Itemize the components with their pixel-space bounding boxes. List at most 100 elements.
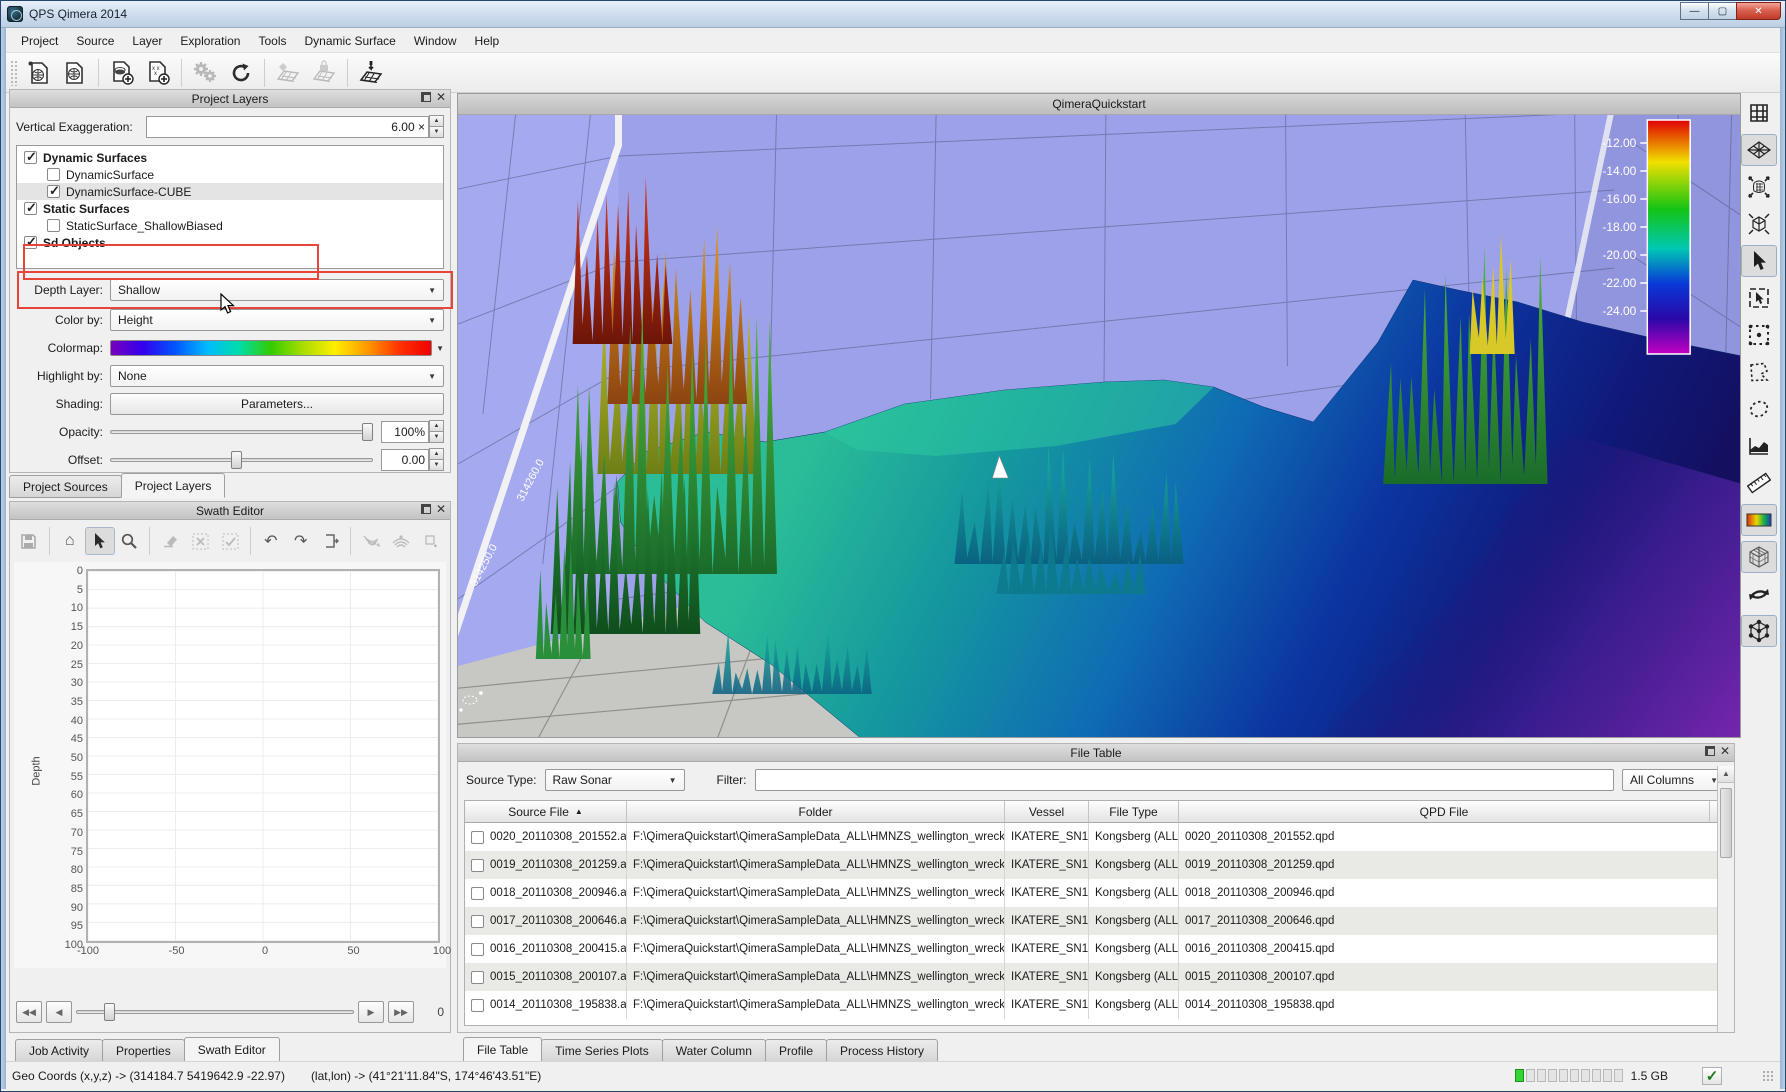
menu-tools[interactable]: Tools — [249, 31, 295, 51]
save-icon[interactable] — [14, 527, 44, 555]
highlight-by-dropdown[interactable]: None▼ — [110, 365, 444, 387]
shading-parameters-button[interactable]: Parameters... — [110, 393, 444, 415]
checkbox-static-surfaces[interactable] — [24, 202, 37, 215]
tab-water-column[interactable]: Water Column — [662, 1039, 766, 1062]
swath-beams-icon[interactable] — [386, 527, 416, 555]
cube-nodes-icon[interactable] — [1741, 615, 1777, 647]
zoom-extents-3d-icon[interactable] — [1741, 208, 1777, 240]
float-swath-icon[interactable] — [421, 504, 431, 514]
lasso-select-icon[interactable] — [1741, 393, 1777, 425]
table-row[interactable]: 0016_20110308_200415.all F:\QimeraQuicks… — [465, 935, 1727, 963]
vertical-exaggeration-input[interactable]: 6.00 × — [146, 116, 429, 138]
row-checkbox[interactable] — [471, 831, 484, 844]
menu-dynamic-surface[interactable]: Dynamic Surface — [295, 31, 404, 51]
open-project-icon[interactable] — [57, 56, 93, 90]
swath-plot[interactable]: 0510152025303540455055606570758085909510… — [86, 569, 440, 943]
depth-layer-dropdown[interactable]: Shallow▼ — [110, 279, 444, 301]
pointer-tool-icon[interactable] — [85, 527, 115, 555]
color-by-dropdown[interactable]: Height▼ — [110, 309, 444, 331]
layer-row-dynamicsurface[interactable]: DynamicSurface — [17, 166, 443, 183]
layer-row-dynamic-surfaces[interactable]: Dynamic Surfaces — [17, 149, 443, 166]
undo-icon[interactable]: ↶ — [256, 527, 286, 555]
close-swath-icon[interactable]: ✕ — [436, 504, 446, 514]
source-type-dropdown[interactable]: Raw Sonar▼ — [545, 769, 685, 791]
row-checkbox[interactable] — [471, 971, 484, 984]
flat-view-icon[interactable] — [1741, 134, 1777, 166]
ruler-icon[interactable] — [1741, 467, 1777, 499]
bathymetry-scene[interactable]: 314260.0 314250.0 -12.00 -14.00 -16.00 -… — [458, 94, 1741, 738]
row-checkbox[interactable] — [471, 943, 484, 956]
checkbox-dynamic-surfaces[interactable] — [24, 151, 37, 164]
checkbox-staticsurface-shallowbiased[interactable] — [47, 219, 60, 232]
menu-project[interactable]: Project — [12, 31, 67, 51]
last-ping-button[interactable]: ▶▶ — [388, 1001, 414, 1023]
grid-lock-icon[interactable] — [306, 56, 342, 90]
maximize-button[interactable]: ▢ — [1708, 2, 1737, 20]
tab-swath-editor[interactable]: Swath Editor — [184, 1037, 280, 1062]
table-row[interactable]: 0020_20110308_201552.all F:\QimeraQuicks… — [465, 823, 1727, 851]
prev-ping-button[interactable]: ◀ — [46, 1001, 72, 1023]
select-pointer-icon[interactable] — [1741, 245, 1777, 277]
checkbox-dynamicsurface-cube[interactable] — [47, 185, 60, 198]
opacity-spinner[interactable]: ▲▼ — [429, 421, 444, 443]
layer-row-static-surfaces[interactable]: Static Surfaces — [17, 200, 443, 217]
tab-job-activity[interactable]: Job Activity — [15, 1039, 103, 1062]
swath-menu-icon[interactable] — [416, 527, 446, 555]
table-row[interactable]: 0018_20110308_200946.all F:\QimeraQuicks… — [465, 879, 1727, 907]
colormap-preview[interactable] — [110, 340, 432, 356]
resize-grip[interactable] — [1762, 1070, 1774, 1082]
accept-selection-icon[interactable] — [215, 527, 245, 555]
checkbox-sd-objects[interactable] — [24, 236, 37, 249]
colorbar-toggle-icon[interactable] — [1741, 504, 1777, 536]
tab-process-history[interactable]: Process History — [826, 1039, 938, 1062]
tab-project-sources[interactable]: Project Sources — [9, 475, 122, 498]
col-source-file[interactable]: Source File▲ — [465, 801, 627, 823]
next-ping-button[interactable]: ▶ — [358, 1001, 384, 1023]
zoom-extents-surface-icon[interactable] — [1741, 171, 1777, 203]
point-select-icon[interactable] — [1741, 319, 1777, 351]
grid-star-icon[interactable] — [270, 56, 306, 90]
row-checkbox[interactable] — [471, 915, 484, 928]
menu-help[interactable]: Help — [466, 31, 509, 51]
tab-properties[interactable]: Properties — [102, 1039, 185, 1062]
layer-row-staticsurface-shallowbiased[interactable]: StaticSurface_ShallowBiased — [17, 217, 443, 234]
columns-dropdown[interactable]: All Columns▼ — [1622, 769, 1726, 791]
menu-exploration[interactable]: Exploration — [171, 31, 249, 51]
vertical-exaggeration-spinner[interactable]: ▲▼ — [429, 116, 444, 138]
polygon-select-icon[interactable] — [1741, 356, 1777, 388]
table-row[interactable]: 0015_20110308_200107.all F:\QimeraQuicks… — [465, 963, 1727, 991]
scene-3d-viewport[interactable]: 314260.0 314250.0 -12.00 -14.00 -16.00 -… — [457, 93, 1741, 738]
row-checkbox[interactable] — [471, 859, 484, 872]
close-button[interactable]: ✕ — [1736, 2, 1781, 20]
redo-icon[interactable]: ↷ — [286, 527, 316, 555]
table-row[interactable]: 0019_20110308_201259.all F:\QimeraQuicks… — [465, 851, 1727, 879]
gears-icon[interactable] — [187, 56, 223, 90]
close-filetable-icon[interactable]: ✕ — [1720, 746, 1730, 756]
offset-slider[interactable] — [110, 449, 373, 471]
table-row[interactable]: 0014_20110308_195838.all F:\QimeraQuicks… — [465, 991, 1727, 1019]
toolbar-grip[interactable] — [10, 60, 17, 86]
minimize-button[interactable]: — — [1680, 2, 1709, 20]
close-panel-icon[interactable]: ✕ — [436, 92, 446, 102]
eraser-icon[interactable] — [155, 527, 185, 555]
add-raw-sonar-files-icon[interactable] — [104, 56, 140, 90]
grid-view-icon[interactable] — [1741, 97, 1777, 129]
select-in-box-icon[interactable] — [1741, 282, 1777, 314]
row-checkbox[interactable] — [471, 999, 484, 1012]
refresh-icon[interactable] — [223, 56, 259, 90]
home-icon[interactable]: ⌂ — [55, 527, 85, 555]
add-processed-points-files-icon[interactable]: x xx — [140, 56, 176, 90]
table-row[interactable]: 0017_20110308_200646.all F:\QimeraQuicks… — [465, 907, 1727, 935]
zoom-tool-icon[interactable] — [115, 527, 145, 555]
exit-mode-icon[interactable] — [316, 527, 346, 555]
filter-input[interactable] — [755, 769, 1615, 791]
checkbox-dynamicsurface[interactable] — [47, 168, 60, 181]
opacity-slider[interactable] — [110, 421, 373, 443]
opacity-value[interactable]: 100% — [381, 421, 429, 443]
swath-angle-icon[interactable] — [356, 527, 386, 555]
tab-file-table[interactable]: File Table — [463, 1037, 542, 1062]
ping-slider[interactable] — [76, 1001, 354, 1023]
patch-test-icon[interactable] — [353, 56, 389, 90]
cube-mesh-icon[interactable] — [1741, 541, 1777, 573]
offset-spinner[interactable]: ▲▼ — [429, 449, 444, 471]
